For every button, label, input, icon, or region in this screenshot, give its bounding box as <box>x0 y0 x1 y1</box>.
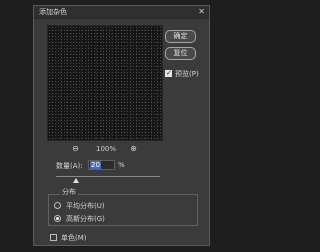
zoom-level: 100% <box>95 145 116 153</box>
title-bar[interactable]: 添加杂色 ✕ <box>34 6 209 19</box>
zoom-out-icon[interactable]: ⊖ <box>71 144 80 153</box>
distribution-group-label: 分布 <box>60 187 78 197</box>
amount-slider-track[interactable] <box>56 176 160 177</box>
preview-checkbox[interactable]: ✓ <box>165 70 172 77</box>
preview-label[interactable]: 预览(P) <box>175 69 199 79</box>
reset-button[interactable]: 复位 <box>165 47 196 60</box>
monochromatic-checkbox[interactable] <box>50 234 57 241</box>
add-noise-dialog: 添加杂色 ✕ ⊖ 100% ⊕ 确定 复位 ✓ 预览(P) 数量(A): 20 … <box>33 5 210 246</box>
gaussian-radio[interactable] <box>54 215 61 222</box>
uniform-label[interactable]: 平均分布(U) <box>66 201 105 211</box>
gaussian-label[interactable]: 高斯分布(G) <box>66 214 105 224</box>
monochromatic-label[interactable]: 单色(M) <box>61 233 87 243</box>
close-icon[interactable]: ✕ <box>198 7 205 17</box>
uniform-radio[interactable] <box>54 202 61 209</box>
amount-label: 数量(A): <box>56 162 83 170</box>
zoom-in-icon[interactable]: ⊕ <box>129 144 138 153</box>
dialog-title: 添加杂色 <box>39 8 67 16</box>
amount-value: 20 <box>90 161 101 169</box>
ok-button[interactable]: 确定 <box>165 30 196 43</box>
zoom-controls: ⊖ 100% ⊕ <box>47 144 161 154</box>
amount-input[interactable]: 20 <box>88 160 115 170</box>
amount-unit: % <box>118 161 125 169</box>
noise-preview-image[interactable] <box>47 25 163 141</box>
amount-slider-thumb[interactable] <box>73 178 79 183</box>
